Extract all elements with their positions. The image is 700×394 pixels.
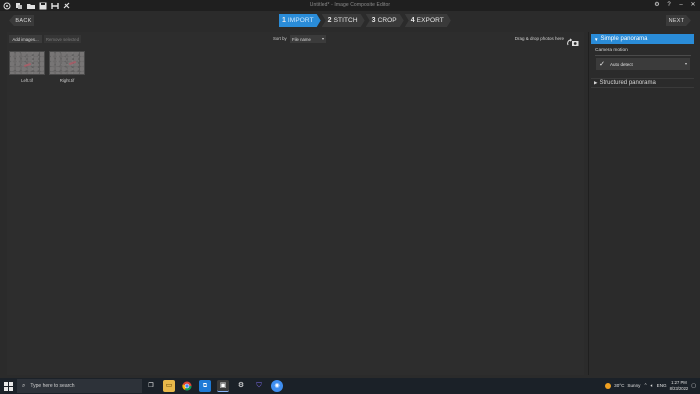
search-icon: ⌕ bbox=[22, 382, 26, 389]
camera-motion-value: Auto detect bbox=[610, 61, 633, 67]
taskbar-apps: ❐ ▭ ⧉ ▣ ⚙ ⛉ ◉ bbox=[145, 380, 283, 392]
chevron-right-icon: ▶ bbox=[594, 80, 598, 85]
title-bar: Untitled* - Image Composite Editor ⚙ ? –… bbox=[0, 0, 700, 11]
sort-value: File name bbox=[292, 36, 311, 42]
close-icon[interactable]: ✕ bbox=[689, 1, 697, 10]
remove-selected-button[interactable]: Remove selected bbox=[44, 35, 81, 43]
weather-temp[interactable]: 30°C bbox=[614, 383, 624, 388]
gear-icon[interactable]: ⚙ bbox=[653, 1, 661, 10]
step-label: STITCH bbox=[333, 17, 358, 24]
camera-motion-select[interactable]: ✓ Auto detect ▾ bbox=[596, 58, 690, 70]
thumbnail-caption: Left.tif bbox=[21, 78, 33, 83]
date: 8/23/2022 bbox=[669, 385, 689, 391]
step-number: 4 bbox=[410, 17, 415, 24]
chevron-down-icon: ▾ bbox=[321, 36, 324, 41]
taskbar-search-input[interactable]: ⌕ Type here to search bbox=[17, 379, 142, 393]
chevron-down-icon: ▼ bbox=[594, 36, 599, 42]
chevron-down-icon: ▾ bbox=[684, 61, 687, 66]
chrome-icon[interactable] bbox=[181, 380, 193, 392]
simple-panorama-header[interactable]: ▼ Simple panorama bbox=[591, 34, 694, 44]
wizard-nav: BACK 1 IMPORT 2 STITCH 3 CROP 4 EXPORT N… bbox=[0, 11, 700, 30]
step-number: 1 bbox=[282, 17, 286, 24]
sort-by-label: Sort by bbox=[273, 36, 287, 41]
step-export[interactable]: 4 EXPORT bbox=[405, 14, 451, 27]
next-button[interactable]: NEXT bbox=[666, 15, 691, 26]
step-number: 3 bbox=[371, 17, 376, 24]
window-title: Untitled* - Image Composite Editor bbox=[309, 2, 391, 8]
thumbnail-list: Left.tif Right.tif bbox=[9, 51, 85, 83]
simple-panorama-label: Simple panorama bbox=[600, 36, 648, 42]
sun-icon bbox=[605, 382, 612, 389]
task-view-icon[interactable]: ❐ bbox=[145, 380, 157, 392]
divider bbox=[595, 55, 691, 56]
panorama-settings-panel: ▼ Simple panorama Camera motion ✓ Auto d… bbox=[588, 32, 700, 375]
step-label: CROP bbox=[377, 17, 397, 24]
thumbnail-image[interactable] bbox=[49, 51, 85, 75]
import-panel: Add images... Remove selected Sort by Fi… bbox=[7, 32, 584, 375]
back-button[interactable]: BACK bbox=[9, 15, 34, 26]
notification-icon[interactable]: ▢ bbox=[691, 383, 696, 389]
step-label: IMPORT bbox=[287, 17, 314, 24]
chevron-up-icon[interactable]: ⌃ bbox=[643, 383, 647, 389]
structured-panorama-label: Structured panorama bbox=[599, 80, 656, 86]
thumbnail-item[interactable]: Left.tif bbox=[9, 51, 45, 83]
step-import[interactable]: 1 IMPORT bbox=[279, 14, 321, 27]
app-blue-icon[interactable]: ◉ bbox=[271, 380, 283, 392]
language-indicator[interactable]: ENG bbox=[657, 383, 667, 388]
structured-panorama-header[interactable]: ▶ Structured panorama bbox=[591, 78, 694, 88]
taskbar: ⌕ Type here to search ❐ ▭ ⧉ ▣ ⚙ ⛉ ◉ 30°C… bbox=[0, 378, 700, 394]
minimize-icon[interactable]: – bbox=[677, 1, 685, 10]
clock[interactable]: 1:27 PM 8/23/2022 bbox=[670, 380, 689, 391]
help-icon[interactable]: ? bbox=[665, 1, 673, 10]
thumbnail-image[interactable] bbox=[9, 51, 45, 75]
camera-motion-label: Camera motion bbox=[595, 48, 628, 53]
shield-icon[interactable]: ⛉ bbox=[253, 380, 265, 392]
checkmark-icon: ✓ bbox=[599, 61, 605, 68]
volume-icon[interactable]: 🔈︎ bbox=[651, 383, 654, 389]
window-controls: ⚙ ? – ✕ bbox=[653, 1, 697, 10]
thumbnail-item[interactable]: Right.tif bbox=[49, 51, 85, 83]
wizard-steps: 1 IMPORT 2 STITCH 3 CROP 4 EXPORT bbox=[279, 14, 452, 27]
system-tray: 30°C Sunny ⌃ 🔈︎ ENG 1:27 PM 8/23/2022 ▢ bbox=[605, 380, 696, 391]
image-composite-editor-icon[interactable]: ▣ bbox=[217, 380, 229, 392]
step-crop[interactable]: 3 CROP bbox=[366, 14, 404, 27]
import-toolbar: Add images... Remove selected Sort by Fi… bbox=[7, 32, 584, 46]
settings-gear-icon[interactable]: ⚙ bbox=[235, 380, 247, 392]
step-number: 2 bbox=[327, 17, 332, 24]
step-label: EXPORT bbox=[416, 17, 444, 24]
step-stitch[interactable]: 2 STITCH bbox=[322, 14, 365, 27]
file-explorer-icon[interactable]: ▭ bbox=[163, 380, 175, 392]
search-placeholder: Type here to search bbox=[30, 383, 75, 389]
drag-drop-hint: Drag & drop photos here bbox=[514, 36, 564, 41]
vscode-icon[interactable]: ⧉ bbox=[199, 380, 211, 392]
camera-import-icon[interactable] bbox=[566, 34, 579, 46]
sort-by-select[interactable]: File name ▾ bbox=[290, 35, 326, 43]
add-images-button[interactable]: Add images... bbox=[9, 35, 42, 43]
weather-text[interactable]: Sunny bbox=[627, 383, 640, 388]
windows-start-icon[interactable] bbox=[3, 381, 13, 391]
thumbnail-caption: Right.tif bbox=[59, 78, 75, 83]
